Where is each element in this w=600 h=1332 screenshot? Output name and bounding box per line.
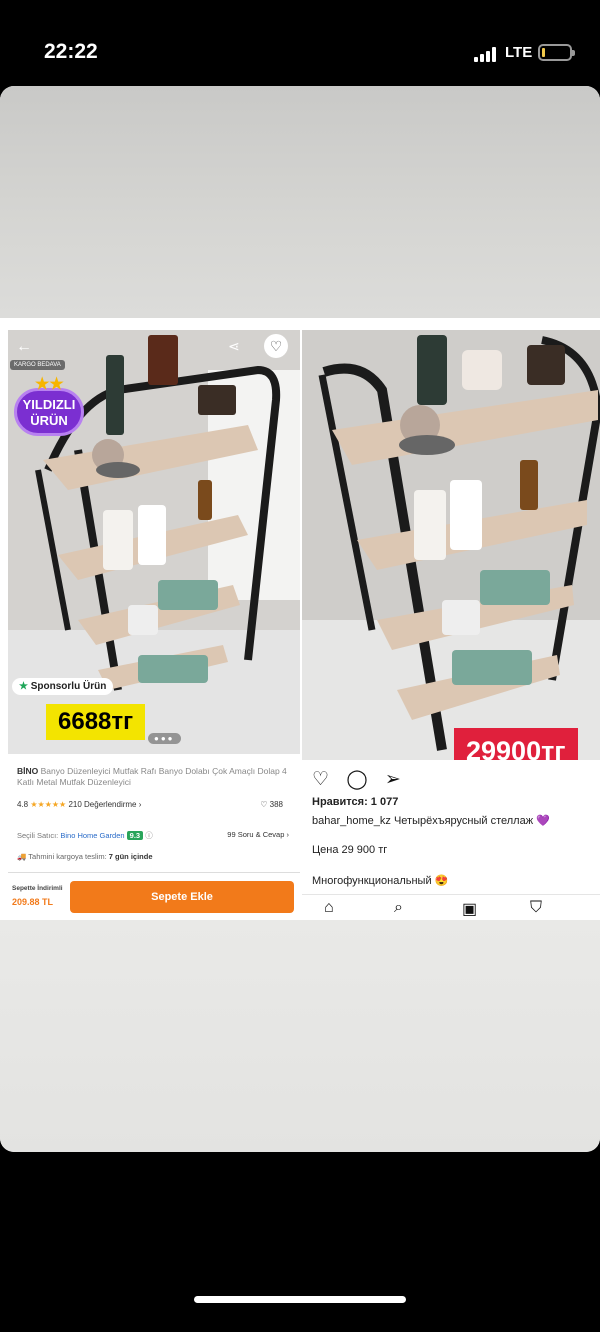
product-brand: BİNO [17,766,39,776]
star-badge-label: YILDIZLI ÜRÜN [22,397,76,428]
reels-icon[interactable]: ▣ [462,899,477,919]
sponsor-star-icon: ★ [19,681,28,692]
back-arrow-icon[interactable]: ← [16,338,36,358]
card-bottom-blank [0,920,600,1152]
product-title[interactable]: BİNO Banyo Düzenleyici Mutfak Rafı Banyo… [17,766,289,788]
shelf-illustration-2 [302,330,600,760]
rating-value: 4.8 [17,800,29,809]
add-to-cart-button[interactable]: Sepete Ekle [70,881,294,913]
screenshot-card: ← KARGO BEDAVA ⋖ ♡ ★★ YILDIZLI ÜRÜN ★ Sp… [0,86,600,1152]
home-indicator[interactable] [194,1296,406,1303]
qa-link[interactable]: 99 Soru & Cevap › [227,830,289,839]
post-price-line: Цена 29 900 тг [312,844,388,856]
card-top-blank [0,86,600,318]
product-photo[interactable]: ← KARGO BEDAVA ⋖ ♡ ★★ YILDIZLI ÜRÜN ★ Sp… [8,330,300,754]
status-time: 22:22 [44,40,98,63]
seller-prefix: Seçili Satıcı: [17,831,59,840]
seller-name-link[interactable]: Bino Home Garden [60,831,124,840]
favorite-heart-icon[interactable]: ♡ [264,334,288,358]
price-overlay-right: 29900тг [454,728,578,760]
post-caption-text: Четырёхъярусный стеллаж 💜 [393,815,550,827]
qa-label: 99 Soru & Cevap [227,830,285,839]
bottom-nav: ⌂ ⌕ ▣ ⛉ [302,894,600,920]
shop-icon[interactable]: ⛉ [530,899,542,917]
chevron-right-icon: › [138,800,142,809]
marketplace-listing: ← KARGO BEDAVA ⋖ ♡ ★★ YILDIZLI ÜRÜN ★ Sp… [8,330,300,920]
stars-icon: ★★ [35,376,64,393]
battery-icon [538,44,575,61]
delivery-row: 🚚 Tahmini kargoya teslim: 7 gün içinde [17,852,153,861]
signal-icon [474,46,498,62]
likes-count: 388 [269,800,283,809]
seller-row: Seçili Satıcı: Bino Home Garden 9.3 ⓘ 99… [17,830,289,841]
sponsored-badge: ★ Sponsorlu Ürün [12,678,114,695]
rating-row[interactable]: 4.8 ★★★★★ 210 Değerlendirme › ♡ 388 [17,800,289,809]
cart-bar: Sepette İndirimli 209.88 TL Sepete Ekle [8,872,300,920]
heart-icon: ♡ [260,800,268,809]
search-icon[interactable]: ⌕ [394,899,403,917]
sponsored-label: Sponsorlu Ürün [30,681,107,692]
free-shipping-badge: KARGO BEDAVA [10,360,65,370]
seller-score-badge: 9.3 [126,831,144,840]
post-username[interactable]: bahar_home_kz [312,815,391,827]
star-product-badge: ★★ YILDIZLI ÜRÜN [14,377,84,436]
comment-icon[interactable]: ◯ [346,769,367,790]
delivery-prefix: Tahmini kargoya teslim: [28,852,107,861]
send-icon[interactable]: ➢ [385,769,401,790]
delivery-value: 7 gün içinde [108,852,153,861]
post-photo[interactable]: 29900тг [302,330,600,760]
post-likes[interactable]: Нравится: 1 077 [312,796,398,808]
carousel-dots[interactable]: ●●● [148,733,181,744]
post-caption: bahar_home_kz Четырёхъярусный стеллаж 💜 [312,814,592,827]
network-label: LTE [505,44,533,61]
instagram-post: 29900тг ♡ ◯ ➢ Нравится: 1 077 bahar_home… [302,330,600,920]
cart-price: 209.88 TL [12,897,54,907]
post-actions: ♡ ◯ ➢ [312,768,413,791]
cart-discount-label: Sepette İndirimli [12,885,63,892]
truck-icon: 🚚 [17,852,27,861]
likes-count-group[interactable]: ♡ 388 [260,800,283,809]
rating-stars-icon: ★★★★★ [30,800,67,809]
status-bar: 22:22 LTE [0,0,600,86]
review-count: 210 Değerlendirme [68,800,137,809]
info-icon[interactable]: ⓘ [145,831,153,840]
product-title-text: Banyo Düzenleyici Mutfak Rafı Banyo Dola… [17,766,287,787]
share-icon[interactable]: ⋖ [228,338,240,355]
post-description: Многофункциональный 😍 [312,875,449,887]
price-overlay-left: 6688тг [46,704,146,740]
heart-icon[interactable]: ♡ [312,769,329,790]
home-icon[interactable]: ⌂ [324,899,334,917]
